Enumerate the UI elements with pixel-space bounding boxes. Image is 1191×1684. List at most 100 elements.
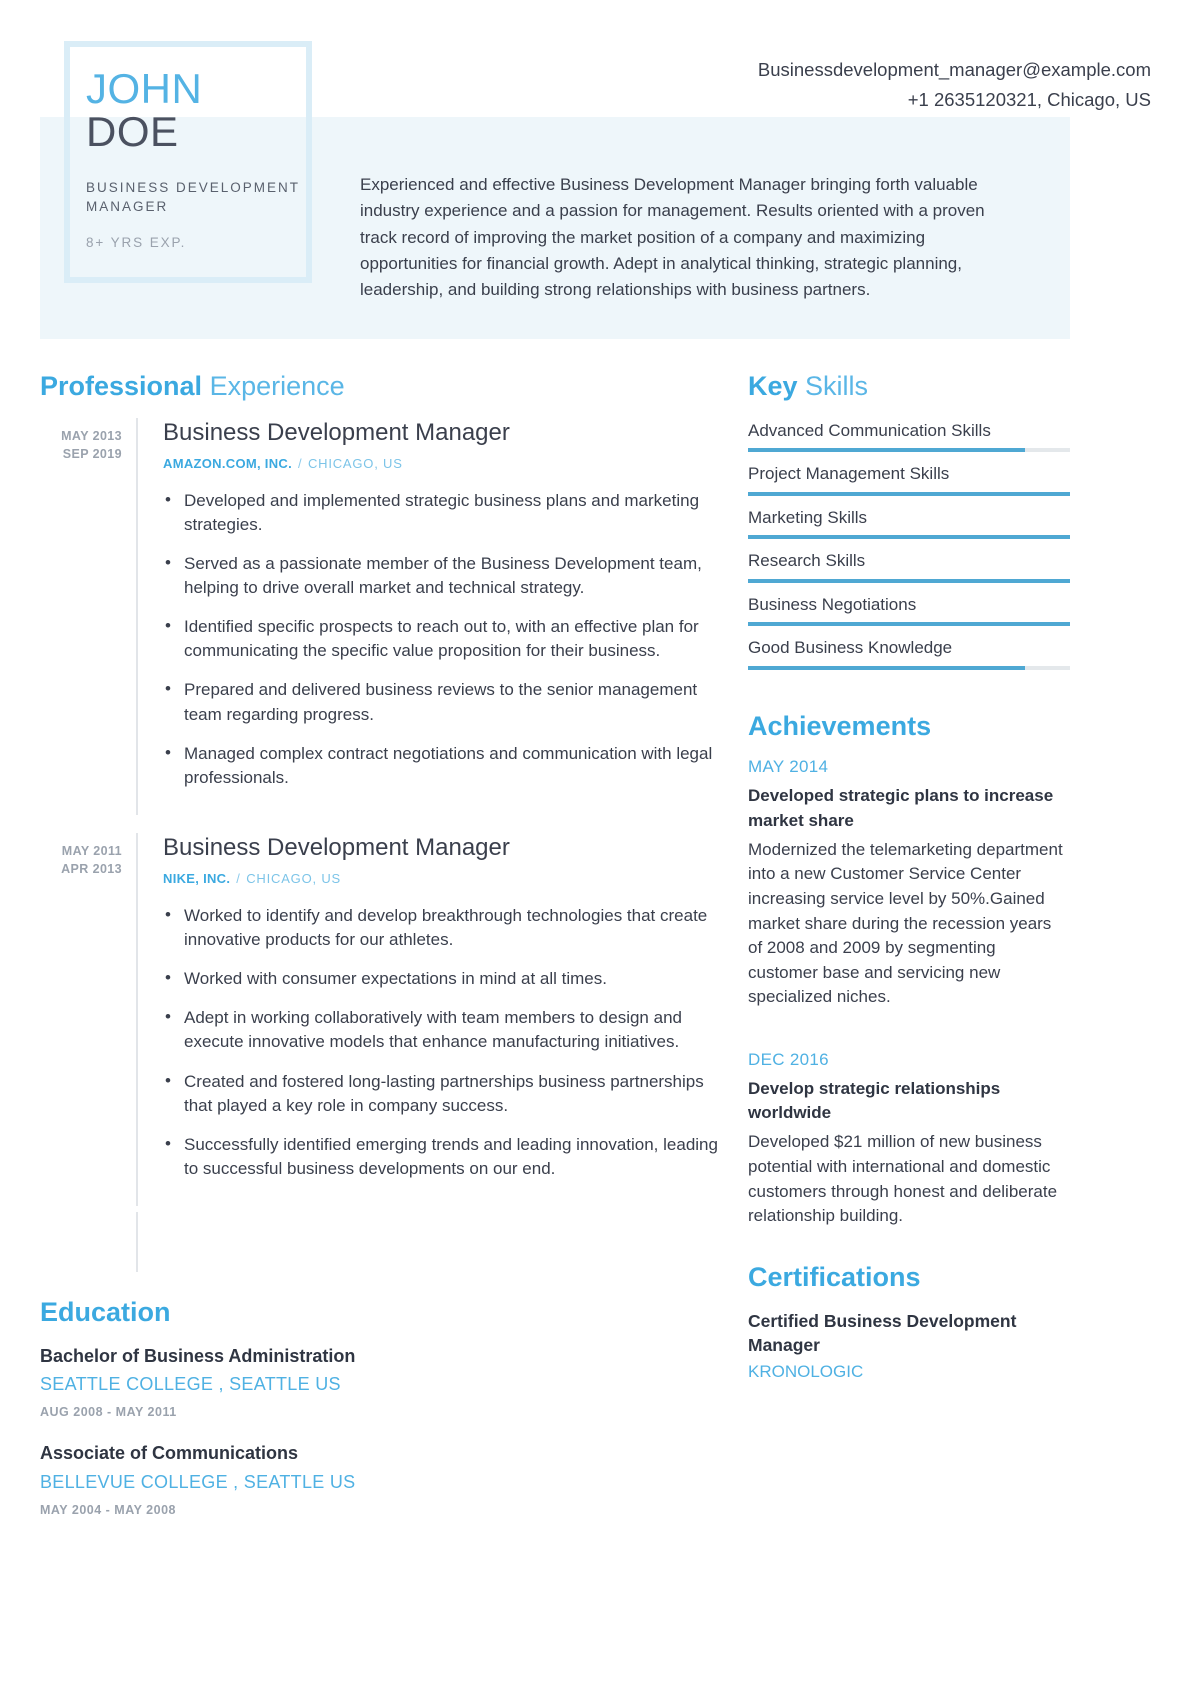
experience-bullet-list: Worked to identify and develop breakthro… <box>163 903 720 1181</box>
certification-entry: Certified Business Development Manager K… <box>748 1309 1070 1383</box>
experience-bullet: Successfully identified emerging trends … <box>163 1132 720 1181</box>
section-heading-education: Education <box>40 1297 720 1328</box>
phone-location-text: +1 2635120321, Chicago, US <box>907 88 1151 110</box>
experience-bullet: Worked with consumer expectations in min… <box>163 966 720 991</box>
experience-bullet: Served as a passionate member of the Bus… <box>163 551 720 600</box>
section-heading-experience: Professional Experience <box>40 371 720 402</box>
skill-label: Advanced Communication Skills <box>748 420 991 440</box>
right-column: Key Skills Advanced Communication Skills… <box>748 371 1070 1383</box>
education-dates: AUG 2008 - MAY 2011 <box>40 1405 177 1420</box>
education-school: BELLEVUE COLLEGE , SEATTLE US <box>40 1471 356 1492</box>
achievement-entry: DEC 2016 Develop strategic relationships… <box>748 1050 1070 1229</box>
achievement-title: Develop strategic relationships worldwid… <box>748 1079 1001 1123</box>
experience-bullet: Identified specific prospects to reach o… <box>163 614 720 663</box>
experience-location: CHICAGO, US <box>246 870 341 886</box>
skills-heading-bold: Key <box>748 371 798 401</box>
skill-progress-fill <box>748 535 1070 540</box>
achievements-section: Achievements MAY 2014 Developed strategi… <box>748 710 1070 1229</box>
experience-bullet: Created and fostered long-lasting partne… <box>163 1069 720 1118</box>
experience-job-title: Business Development Manager <box>163 418 510 446</box>
skill-label: Research Skills <box>748 551 866 571</box>
skill-progress-fill <box>748 448 1025 453</box>
experience-end-date: APR 2013 <box>61 862 122 877</box>
email-text[interactable]: Businessdevelopment_manager@example.com <box>758 55 1151 85</box>
experience-end-date: SEP 2019 <box>62 446 122 461</box>
experience-bullet: Developed and implemented strategic busi… <box>163 488 720 537</box>
contact-info: Businessdevelopment_manager@example.com … <box>758 55 1151 115</box>
skill-entry: Research Skills <box>748 548 1070 583</box>
experience-bullet: Prepared and delivered business reviews … <box>163 677 720 726</box>
experience-separator: / <box>236 870 241 886</box>
experience-bullet: Adept in working collaboratively with te… <box>163 1005 720 1054</box>
profile-summary: Experienced and effective Business Devel… <box>360 175 985 300</box>
section-heading-skills: Key Skills <box>748 371 1070 402</box>
skill-progress-track <box>748 491 1070 496</box>
education-entry: Bachelor of Business Administration SEAT… <box>40 1344 720 1420</box>
experience-heading-normal: Experience <box>209 371 345 401</box>
skill-label: Good Business Knowledge <box>748 638 953 658</box>
skill-entry: Marketing Skills <box>748 505 1070 540</box>
achievements-heading-bold: Achievements <box>748 710 932 741</box>
certification-organization: KRONOLOGIC <box>748 1362 864 1382</box>
experience-heading-bold: Professional <box>40 371 203 401</box>
experience-company-name: AMAZON.COM, INC. <box>163 455 293 471</box>
experience-company-line: NIKE, INC. / CHICAGO, US <box>163 871 720 886</box>
achievement-description: Modernized the telemarketing department … <box>748 839 1063 1007</box>
education-entry: Associate of Communications BELLEVUE COL… <box>40 1441 720 1517</box>
last-name: DOE <box>86 107 179 155</box>
education-degree: Bachelor of Business Administration <box>40 1345 356 1366</box>
years-experience-label: 8+ YRS EXP. <box>86 234 187 250</box>
achievement-description: Developed $21 million of new business po… <box>748 1132 1058 1226</box>
experience-separator: / <box>298 455 302 471</box>
certifications-section: Certifications Certified Business Develo… <box>748 1261 1070 1383</box>
skill-entry: Good Business Knowledge <box>748 635 1070 670</box>
experience-company-line: AMAZON.COM, INC. / CHICAGO, US <box>163 456 720 471</box>
section-heading-certifications: Certifications <box>748 1261 1070 1293</box>
skill-progress-track <box>748 535 1070 540</box>
skill-label: Business Negotiations <box>748 594 917 614</box>
first-name: JOHN <box>86 65 203 112</box>
skill-progress-fill <box>748 665 1025 670</box>
experience-company-name: NIKE, INC. <box>163 870 231 886</box>
name-block: JOHN DOE BUSINESS DEVELOPMENT MANAGER 8+… <box>86 65 316 250</box>
experience-job-title: Business Development Manager <box>163 833 510 861</box>
skill-entry: Project Management Skills <box>748 461 1070 496</box>
education-dates: MAY 2004 - MAY 2008 <box>40 1502 176 1517</box>
skill-progress-track <box>748 448 1070 453</box>
experience-date-range: MAY 2013 SEP 2019 <box>40 418 136 815</box>
experience-location: CHICAGO, US <box>307 455 403 471</box>
timeline-tail <box>136 1212 720 1273</box>
skill-label: Marketing Skills <box>748 507 868 527</box>
experience-details: Business Development Manager AMAZON.COM,… <box>136 417 720 815</box>
skill-progress-fill <box>748 578 1070 583</box>
skill-label: Project Management Skills <box>748 464 950 484</box>
experience-start-date: MAY 2013 <box>61 428 122 443</box>
section-heading-achievements: Achievements <box>748 710 1070 742</box>
experience-details: Business Development Manager NIKE, INC. /… <box>136 832 720 1207</box>
experience-date-range: MAY 2011 APR 2013 <box>40 833 136 1206</box>
skill-progress-track <box>748 622 1070 627</box>
experience-bullet: Worked to identify and develop breakthro… <box>163 903 720 952</box>
skill-entry: Advanced Communication Skills <box>748 418 1070 453</box>
left-column: Professional Experience MAY 2013 SEP 201… <box>40 371 720 1539</box>
achievement-title: Developed strategic plans to increase ma… <box>748 786 1054 830</box>
skill-progress-track <box>748 665 1070 670</box>
experience-entry: MAY 2013 SEP 2019 Business Development M… <box>40 417 720 815</box>
skill-progress-fill <box>748 622 1070 627</box>
achievement-date: DEC 2016 <box>748 1050 829 1070</box>
experience-bullet: Managed complex contract negotiations an… <box>163 741 720 790</box>
achievement-entry: MAY 2014 Developed strategic plans to in… <box>748 757 1070 1010</box>
education-degree: Associate of Communications <box>40 1443 299 1464</box>
education-section: Education Bachelor of Business Administr… <box>40 1297 720 1517</box>
skill-entry: Business Negotiations <box>748 592 1070 627</box>
experience-bullet-list: Developed and implemented strategic busi… <box>163 488 720 790</box>
skill-progress-track <box>748 578 1070 583</box>
skills-heading-normal: Skills <box>805 371 869 401</box>
achievement-date: MAY 2014 <box>748 757 829 777</box>
job-role-label: BUSINESS DEVELOPMENT MANAGER <box>86 179 300 214</box>
experience-entry: MAY 2011 APR 2013 Business Development M… <box>40 832 720 1207</box>
education-heading-bold: Education <box>40 1297 171 1328</box>
certifications-heading-bold: Certifications <box>748 1261 921 1292</box>
experience-start-date: MAY 2011 <box>61 843 122 858</box>
skill-progress-fill <box>748 491 1070 496</box>
